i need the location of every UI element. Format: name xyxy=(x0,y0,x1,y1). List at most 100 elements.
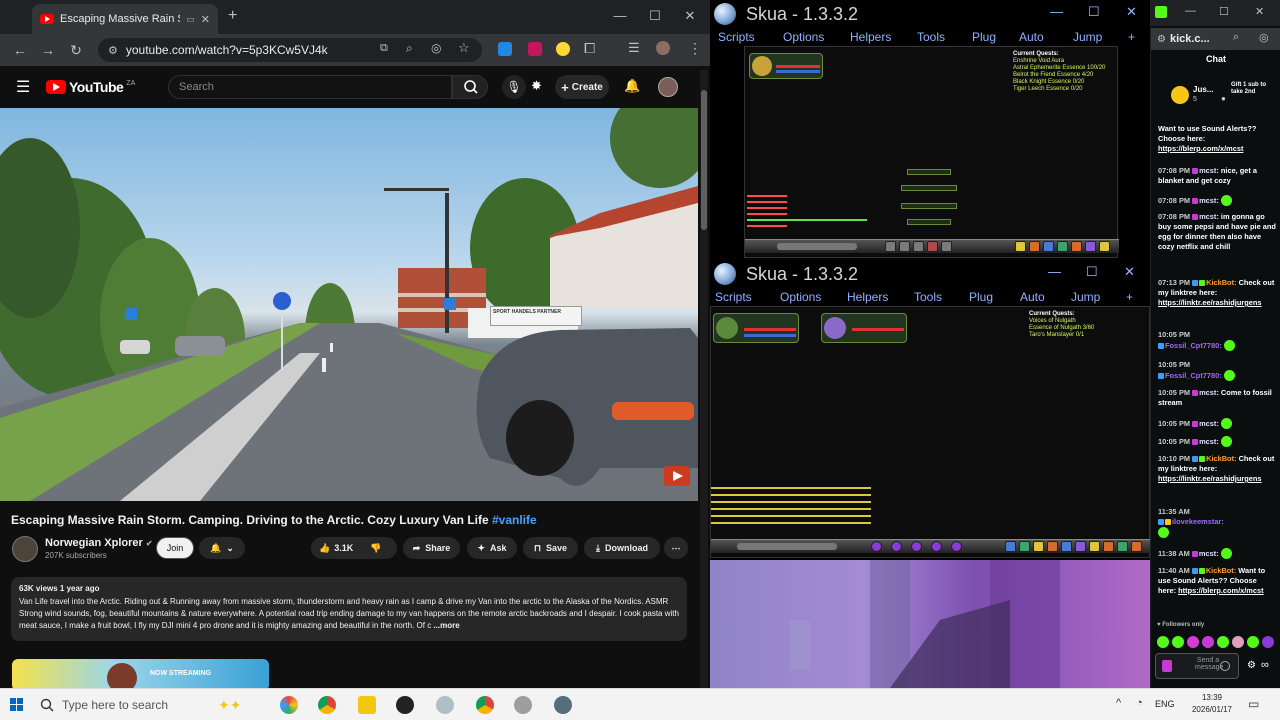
account-avatar[interactable] xyxy=(658,77,678,97)
quick-emote-icon[interactable] xyxy=(1172,636,1184,648)
skua-2-menu-tools[interactable]: Tools xyxy=(914,290,942,304)
network-icon[interactable]: ◔ xyxy=(1136,697,1143,709)
like-button[interactable]: 👍 3.1K xyxy=(319,543,353,554)
notification-bell-button[interactable]: 🔔 ⌄ xyxy=(199,537,245,559)
page-scrollbar-thumb[interactable] xyxy=(701,90,707,230)
description-box[interactable]: 63K views 1 year ago Van Life travel int… xyxy=(11,577,687,641)
infinity-icon[interactable]: ∞ xyxy=(1261,659,1269,671)
menu-slot[interactable] xyxy=(1089,541,1100,552)
skua-2-add-icon[interactable]: + xyxy=(1126,290,1133,304)
media-control-icon[interactable]: ☰ xyxy=(628,40,640,56)
skua-2-close-icon[interactable]: ✕ xyxy=(1124,264,1135,280)
message-user[interactable]: KickBot: xyxy=(1206,454,1236,463)
voice-search-mic-icon[interactable]: 🎙 xyxy=(502,75,526,99)
hamburger-menu-icon[interactable]: ☰ xyxy=(16,77,30,97)
extensions-puzzle-icon[interactable]: ⧠ xyxy=(584,40,595,57)
input-language[interactable]: ENG xyxy=(1155,699,1175,709)
download-button[interactable]: ⤓ Download xyxy=(584,537,660,559)
message-user[interactable]: mcst: xyxy=(1199,196,1219,205)
minimize-icon[interactable]: — xyxy=(606,8,634,23)
menu-slot[interactable] xyxy=(1103,541,1114,552)
menu-slot[interactable] xyxy=(1015,241,1026,252)
share-button[interactable]: ➦ Share xyxy=(403,537,460,559)
quick-emote-icon[interactable] xyxy=(1202,636,1214,648)
kick-address-bar[interactable]: ⚙ kick.c... ⌕ ◎ xyxy=(1151,28,1280,50)
menu-slot[interactable] xyxy=(1043,241,1054,252)
skill-slot[interactable] xyxy=(871,541,882,552)
message-user[interactable]: mcst: xyxy=(1199,212,1219,221)
menu-slot[interactable] xyxy=(1099,241,1110,252)
message-link[interactable]: https://blerp.com/x/mcst xyxy=(1178,586,1263,595)
skua-2-menu-jump[interactable]: Jump xyxy=(1071,290,1100,304)
ai-sparkle-icon[interactable]: ✸ xyxy=(531,78,542,94)
skua-1-maximize-icon[interactable]: ☐ xyxy=(1088,4,1100,20)
file-explorer-icon[interactable] xyxy=(358,696,376,714)
close-window-icon[interactable]: ✕ xyxy=(676,8,704,24)
save-button[interactable]: ⊓ Save xyxy=(523,537,578,559)
ask-button[interactable]: ✦ Ask xyxy=(467,537,517,559)
eye-off-icon[interactable]: ◎ xyxy=(431,41,441,55)
kick-maximize-icon[interactable]: ☐ xyxy=(1219,5,1229,18)
quick-emote-icon[interactable] xyxy=(1247,636,1259,648)
skua-1-menu-tools[interactable]: Tools xyxy=(917,30,945,44)
chat-settings-icon[interactable]: ⚙ xyxy=(1247,660,1256,671)
video-player[interactable]: SPORT HANDELS PARTNER xyxy=(0,108,698,501)
menu-slot[interactable] xyxy=(1047,541,1058,552)
menu-slot[interactable] xyxy=(1085,241,1096,252)
skill-slot[interactable] xyxy=(911,541,922,552)
message-user[interactable]: KickBot: xyxy=(1206,278,1236,287)
new-tab-icon[interactable]: + xyxy=(228,7,237,25)
menu-slot[interactable] xyxy=(1075,541,1086,552)
skua-2-maximize-icon[interactable]: ☐ xyxy=(1086,264,1098,280)
message-user[interactable]: mcst: xyxy=(1199,549,1219,558)
menu-slot[interactable] xyxy=(1061,541,1072,552)
skill-slot[interactable] xyxy=(941,241,952,252)
menu-slot[interactable] xyxy=(1071,241,1082,252)
kick-minimize-icon[interactable]: — xyxy=(1185,5,1196,17)
menu-slot[interactable] xyxy=(1033,541,1044,552)
video-hashtag-link[interactable]: #vanlife xyxy=(492,513,537,527)
back-icon[interactable]: ← xyxy=(6,42,34,58)
more-actions-button[interactable]: ⋯ xyxy=(664,537,688,559)
menu-slot[interactable] xyxy=(1057,241,1068,252)
extension-media-icon[interactable] xyxy=(528,42,542,56)
menu-slot[interactable] xyxy=(1131,541,1142,552)
quick-emote-icon[interactable] xyxy=(1262,636,1274,648)
skill-slot[interactable] xyxy=(927,241,938,252)
maximize-icon[interactable]: ☐ xyxy=(641,8,669,24)
obs-app-icon[interactable] xyxy=(396,696,414,714)
quick-emote-icon[interactable] xyxy=(1232,636,1244,648)
site-info-icon[interactable]: ⚙ xyxy=(108,44,118,57)
address-bar[interactable]: ⚙ youtube.com/watch?v=5p3KCw5VJ4k ⧉ ⌕ ◎ … xyxy=(98,38,482,62)
site-info-icon[interactable]: ⚙ xyxy=(1157,34,1166,45)
taskbar-clock[interactable]: 13:39 2026/01/17 xyxy=(1190,692,1234,716)
join-button[interactable]: Join xyxy=(156,537,194,559)
skill-slot[interactable] xyxy=(899,241,910,252)
chrome-app-icon-2[interactable] xyxy=(476,696,494,714)
message-link[interactable]: https://linktr.ee/rashidjurgens xyxy=(1158,298,1262,307)
skua-2-action-bar[interactable] xyxy=(711,539,1150,553)
tab-youtube[interactable]: Escaping Massive Rain Storm ▭ ✕ xyxy=(32,4,218,34)
forward-icon[interactable]: → xyxy=(34,42,62,58)
quick-emote-icon[interactable] xyxy=(1157,636,1169,648)
tab-close-icon[interactable]: ✕ xyxy=(201,13,210,26)
message-user[interactable]: mcst: xyxy=(1199,419,1219,428)
gift-sub-banner[interactable]: Jus... 5 ● Gift 1 sub to take 2nd xyxy=(1155,80,1277,114)
skua-1-menu-auto[interactable]: Auto xyxy=(1019,30,1044,44)
quick-emote-icon[interactable] xyxy=(1187,636,1199,648)
windows-start-icon[interactable] xyxy=(10,698,24,712)
message-user[interactable]: Fossil_Cpt7780: xyxy=(1165,371,1222,380)
sparkle-widget-icon[interactable]: ✦✦ xyxy=(218,697,241,714)
message-user[interactable]: mcst: xyxy=(1199,166,1219,175)
chrome-menu-icon[interactable]: ⋮ xyxy=(688,40,702,57)
chrome-app-icon[interactable] xyxy=(318,696,336,714)
menu-slot[interactable] xyxy=(1019,541,1030,552)
message-user[interactable]: KickBot: xyxy=(1206,566,1236,575)
skua-2-menu-auto[interactable]: Auto xyxy=(1020,290,1045,304)
skua-1-add-icon[interactable]: + xyxy=(1128,30,1135,44)
skua-app-icon[interactable] xyxy=(554,696,572,714)
now-streaming-banner[interactable] xyxy=(12,659,269,688)
skua-1-menu-scripts[interactable]: Scripts xyxy=(718,30,755,44)
skua-2-game-view[interactable]: Current Quests: Voices of Nulgath Essenc… xyxy=(710,306,1150,558)
search-input[interactable]: Search xyxy=(168,75,452,99)
